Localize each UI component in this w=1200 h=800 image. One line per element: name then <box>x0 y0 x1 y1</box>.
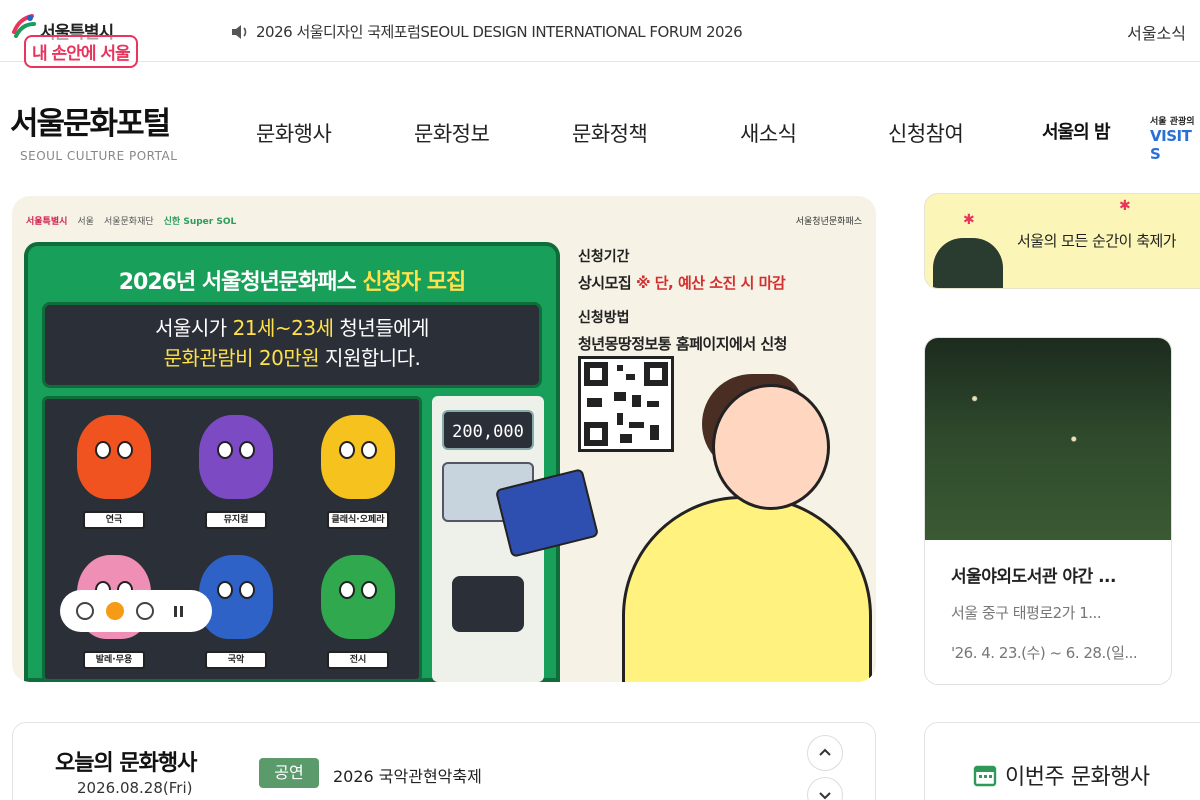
sponsor-shinhan: 신한 Super SOL <box>163 217 237 227</box>
item-tag: 연극 <box>83 511 145 529</box>
period-label: 신청기간 <box>578 249 630 265</box>
nav-news[interactable]: 새소식 <box>740 118 797 148</box>
youth-pass-logo: 서울청년문화패스 <box>795 217 862 227</box>
visit-seoul-big: VISIT S <box>1150 127 1192 163</box>
sparkle-icon: ✱ <box>1119 198 1131 214</box>
sponsor-foundation: 서울문화재단 <box>103 217 154 227</box>
method-value: 청년몽땅정보통 홈페이지에서 신청 <box>578 335 787 353</box>
qr-code-icon <box>578 356 674 452</box>
item-tag: 전시 <box>327 651 389 669</box>
banner-title: 2026년 서울청년문화패스 신청자 모집 <box>28 264 556 296</box>
chevron-up-icon <box>819 748 831 756</box>
weekly-events-title: 이번주 문화행사 <box>1005 765 1150 790</box>
slide-dot-2[interactable] <box>106 602 124 620</box>
seoul-news-link[interactable]: 서울소식 <box>1127 20 1186 44</box>
slide-dot-3[interactable] <box>136 602 154 620</box>
slide-dot-1[interactable] <box>76 602 94 620</box>
notice-text: 2026 서울디자인 국제포럼SEOUL DESIGN INTERNATIONA… <box>256 23 743 41</box>
sponsor-seoul: 서울특별시 <box>26 217 68 227</box>
nav-culture-policy[interactable]: 문화정책 <box>572 118 648 148</box>
screen-line2-post: 지원합니다. <box>319 346 421 370</box>
application-info: 신청기간 상시모집 ※ 단, 예산 소진 시 마감 신청방법 청년몽땅정보통 홈… <box>578 246 868 368</box>
people-illustration <box>933 238 1003 288</box>
event-image <box>925 338 1171 540</box>
nav-apply[interactable]: 신청참여 <box>888 118 964 148</box>
chevron-down-icon <box>819 792 831 800</box>
event-place: 서울 중구 태평로2가 1... <box>951 604 1102 622</box>
nav-culture-events[interactable]: 문화행사 <box>256 118 332 148</box>
character-exhibition: 전시 <box>303 545 413 675</box>
seoul-night-logo[interactable]: 서울의 밤 <box>1042 118 1111 144</box>
sponsor-seoul-mark: 서울 <box>77 217 94 227</box>
seoul-city-logo[interactable]: 서울특별시 내 손안에 서울 <box>10 10 180 68</box>
scroll-down-button[interactable] <box>807 777 843 800</box>
portal-logo-en: SEOUL CULTURE PORTAL <box>20 149 178 163</box>
item-tag: 발레·무용 <box>83 651 145 669</box>
sparkle-icon: ✱ <box>963 212 975 228</box>
banner-title-highlight: 신청자 모집 <box>362 270 466 295</box>
today-date: 2026.08.28(Fri) <box>77 779 193 797</box>
character-theater: 연극 <box>59 405 169 535</box>
top-bar: 서울특별시 내 손안에 서울 2026 서울디자인 국제포럼SEOUL DESI… <box>0 0 1200 68</box>
screen-line1-highlight: 21세~23세 <box>232 316 334 340</box>
event-title: 서울야외도서관 야간 ... <box>951 567 1116 587</box>
period-warning: ※ 단, 예산 소진 시 마감 <box>635 274 786 292</box>
screen-line2-highlight: 문화관람비 20만원 <box>163 346 320 370</box>
period-value: 상시모집 ※ 단, 예산 소진 시 마감 <box>578 272 868 293</box>
pause-icon[interactable] <box>166 599 190 623</box>
banner-title-main: 2026년 서울청년문화패스 <box>118 270 363 295</box>
portal-logo[interactable]: 서울문화포털 SEOUL CULTURE PORTAL <box>10 98 177 163</box>
side-banner-text: 서울의 모든 순간이 축제가 <box>1017 232 1177 250</box>
banner-screen-text: 서울시가 21세~23세 청년들에게 문화관람비 20만원 지원합니다. <box>42 302 542 388</box>
nav-culture-info[interactable]: 문화정보 <box>414 118 490 148</box>
event-date: '26. 4. 23.(수) ~ 6. 28.(일... <box>951 644 1138 662</box>
weekly-events-heading: 이번주 문화행사 <box>973 759 1150 791</box>
scroll-up-button[interactable] <box>807 735 843 771</box>
weekly-events-section[interactable]: 이번주 문화행사 <box>924 722 1200 800</box>
portal-logo-ko: 서울문화포털 <box>10 106 171 142</box>
dispenser-slot-icon <box>452 576 524 632</box>
character-woman-face <box>712 384 830 510</box>
speaker-icon <box>232 24 247 39</box>
today-event-link[interactable]: 2026 국악관현악축제 <box>333 763 482 787</box>
item-tag: 뮤지컬 <box>205 511 267 529</box>
period-value-text: 상시모집 <box>578 274 636 292</box>
character-classic: 클래식·오페라 <box>303 405 413 535</box>
notice-ticker[interactable]: 2026 서울디자인 국제포럼SEOUL DESIGN INTERNATIONA… <box>230 21 743 42</box>
screen-line1-pre: 서울시가 <box>155 316 233 340</box>
slider-controls <box>60 590 212 632</box>
today-events-section: 오늘의 문화행사 2026.08.28(Fri) 공연 2026 국악관현악축제 <box>12 722 876 800</box>
festival-side-banner[interactable]: ✱ ✱ 서울의 모든 순간이 축제가 <box>924 193 1200 289</box>
vending-shelf: 연극 뮤지컬 클래식·오페라 발레·무용 국악 전시 <box>42 396 422 682</box>
site-header: 서울문화포털 SEOUL CULTURE PORTAL 문화행사 문화정보 문화… <box>0 62 1200 182</box>
item-tag: 클래식·오페라 <box>327 511 389 529</box>
today-title: 오늘의 문화행사 <box>55 751 197 776</box>
event-card[interactable]: 서울야외도서관 야간 ... 서울 중구 태평로2가 1... '26. 4. … <box>924 337 1172 685</box>
character-musical: 뮤지컬 <box>181 405 291 535</box>
calendar-icon <box>973 765 997 787</box>
character-woman-body <box>622 496 872 682</box>
method-label: 신청방법 <box>578 310 630 326</box>
item-tag: 국악 <box>205 651 267 669</box>
category-badge: 공연 <box>259 758 319 788</box>
screen-line1-post: 청년들에게 <box>333 316 429 340</box>
amount-counter: 200,000 <box>442 410 534 450</box>
sponsor-logos: 서울특별시 서울 서울문화재단 신한 Super SOL <box>26 214 236 227</box>
visit-seoul-small: 서울 관광의 <box>1150 117 1195 127</box>
visit-seoul-logo[interactable]: 서울 관광의 VISIT S <box>1150 114 1200 163</box>
